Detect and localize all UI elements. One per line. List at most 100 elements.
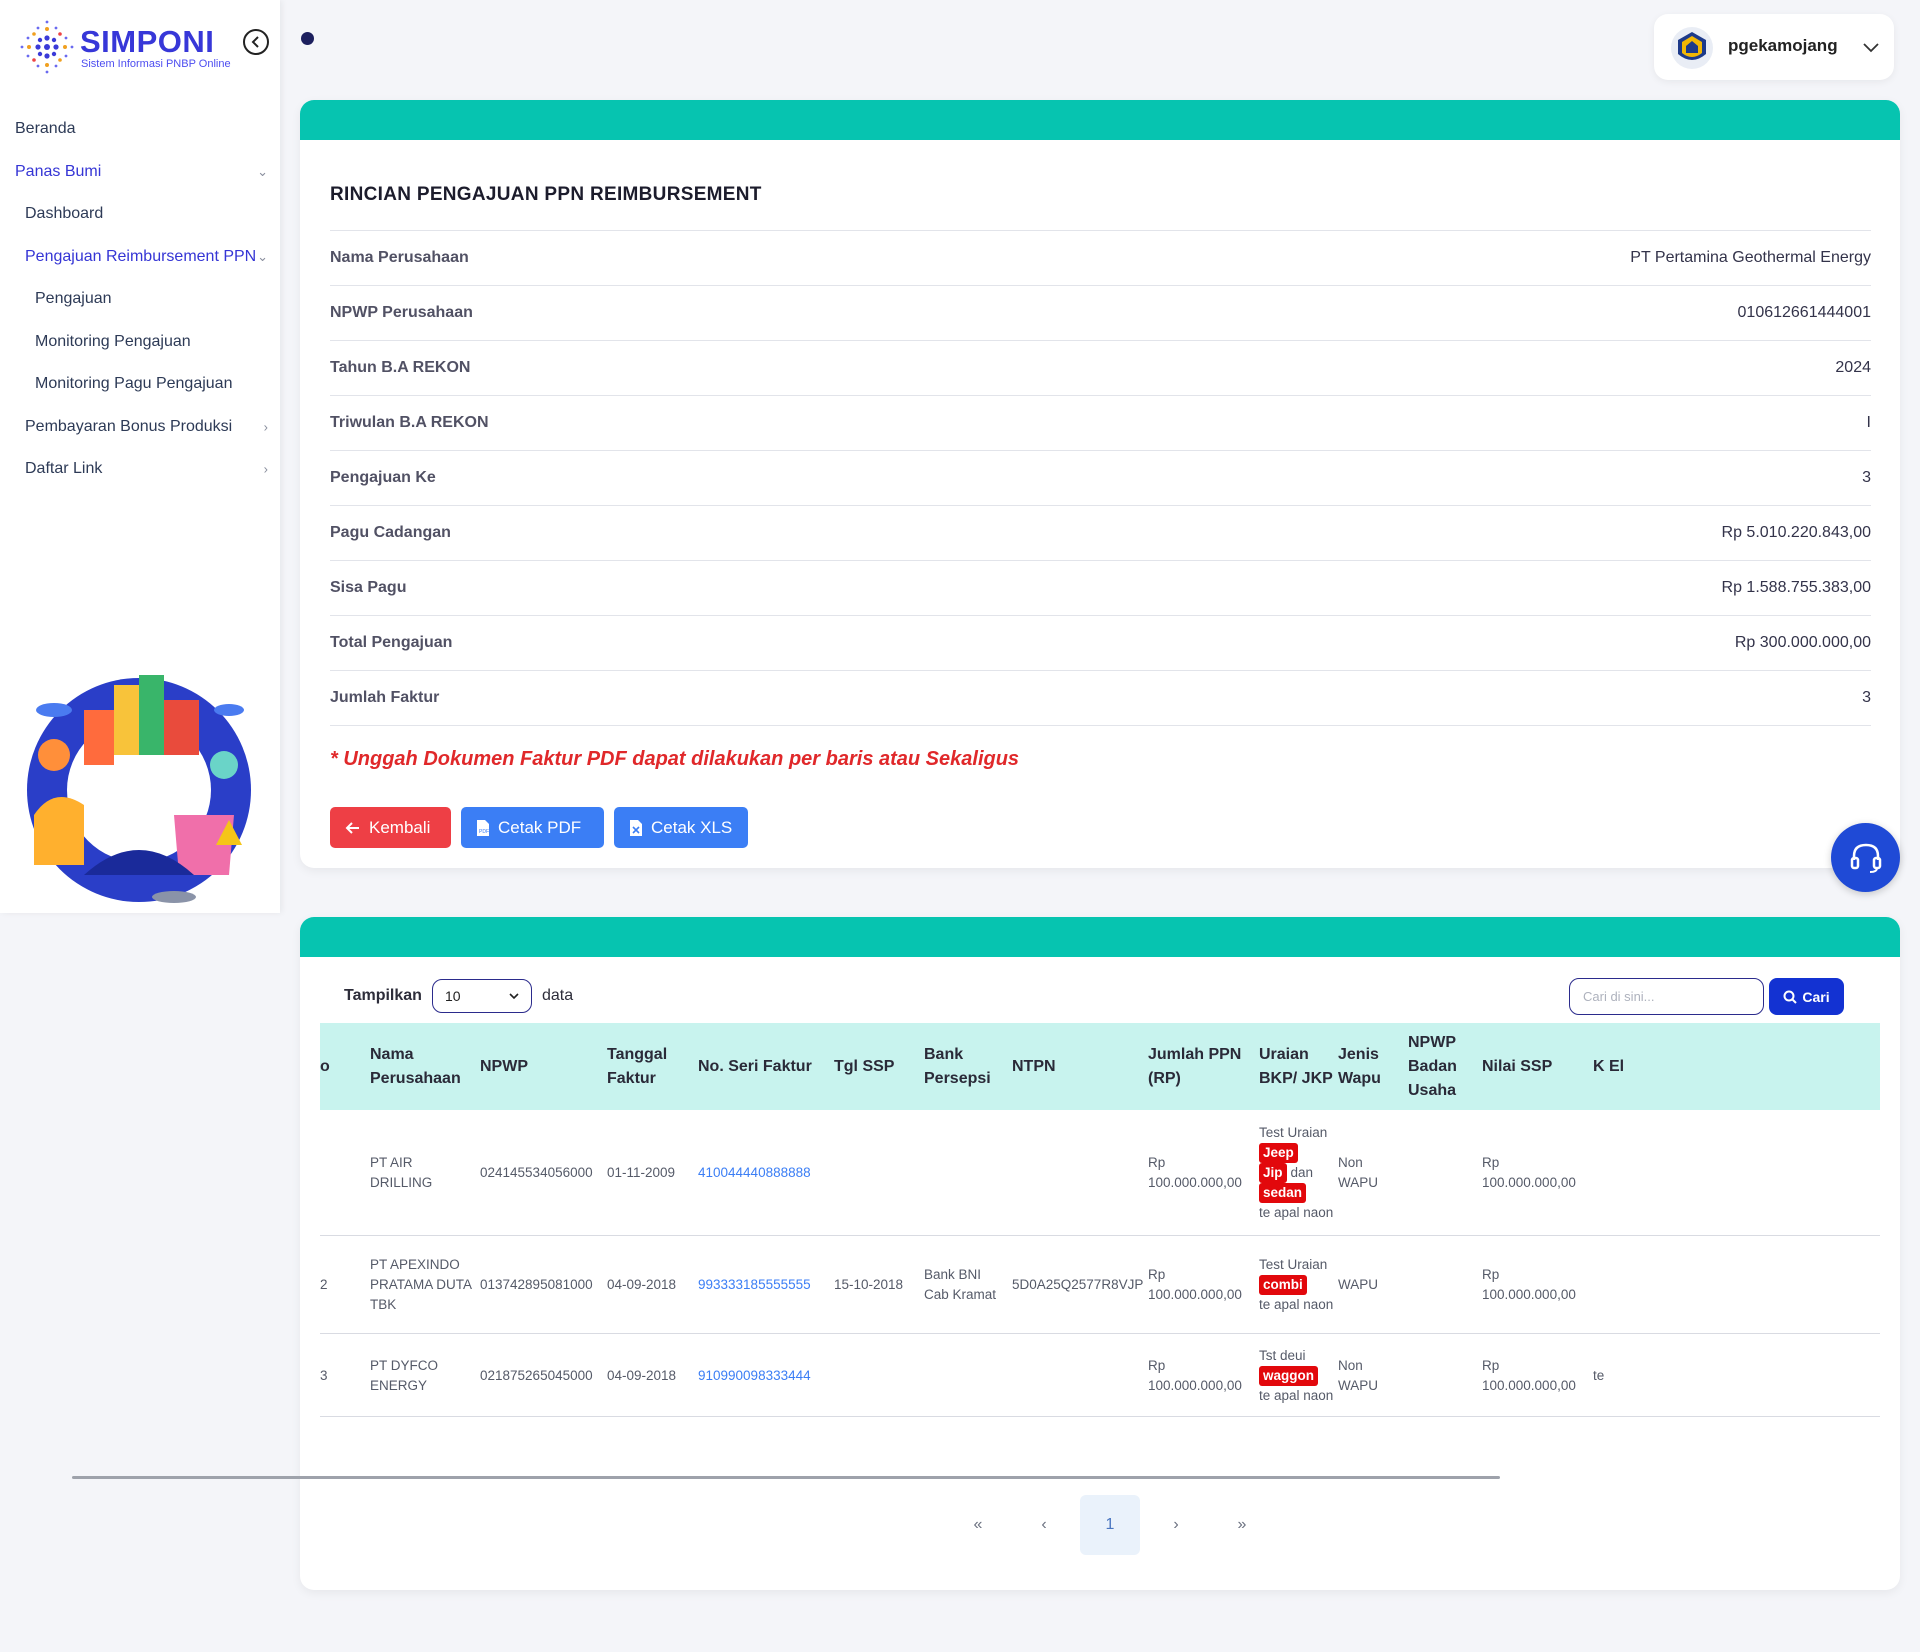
column-header[interactable]: No. Seri Faktur <box>698 1023 828 1110</box>
detail-label: Pagu Cadangan <box>330 524 451 541</box>
sidebar-item-label: Pengajuan Reimbursement PPN <box>25 247 257 265</box>
collapse-sidebar-button[interactable] <box>243 29 269 55</box>
simponi-logo-icon <box>20 20 74 74</box>
cell-jumlah: Rp 100.000.000,00 <box>1148 1110 1253 1236</box>
cell-wapu: WAPU <box>1338 1236 1403 1334</box>
show-label: Tampilkan <box>344 987 422 1004</box>
cell-seri[interactable]: 910990098333444 <box>698 1334 828 1417</box>
detail-label: Sisa Pagu <box>330 579 407 596</box>
cell-tanggal: 04-09-2018 <box>607 1334 692 1417</box>
sidebar-item-label: Monitoring Pagu Pengajuan <box>35 375 233 393</box>
column-header[interactable]: Uraian BKP/ JKP <box>1259 1023 1334 1110</box>
column-header[interactable]: Bank Persepsi <box>924 1023 1009 1110</box>
cell-npwp-bu <box>1408 1236 1478 1334</box>
detail-label: Pengajuan Ke <box>330 469 436 486</box>
sidebar-item-label: Panas Bumi <box>15 162 102 180</box>
cell-text: WAPU <box>1338 1277 1378 1292</box>
file-pdf-icon: PDF <box>477 819 489 836</box>
column-header[interactable]: Nama Perusahaan <box>370 1023 475 1110</box>
column-header[interactable]: NTPN <box>1012 1023 1142 1110</box>
cell-text: te <box>1593 1367 1605 1383</box>
sidebar-item-label: Pembayaran Bonus Produksi <box>25 417 233 435</box>
page-next-button[interactable]: › <box>1146 1495 1206 1555</box>
support-button[interactable] <box>1831 823 1900 892</box>
page-prev-button[interactable]: ‹ <box>1014 1495 1074 1555</box>
column-header[interactable]: o <box>320 1023 360 1110</box>
cell-ntpn <box>1012 1334 1142 1417</box>
cell-npwp-bu <box>1408 1334 1478 1417</box>
search-input[interactable]: Cari di sini... <box>1569 978 1764 1015</box>
cell-bank: Bank BNI Cab Kramat <box>924 1236 1009 1334</box>
table-row[interactable]: 3 PT DYFCO ENERGY 021875265045000 04-09-201… <box>320 1334 1880 1417</box>
cell-bank <box>924 1334 1009 1417</box>
sidebar-item-label: Dashboard <box>25 205 104 223</box>
cell-npwp: 024145534056000 <box>480 1110 600 1236</box>
detail-row: Sisa Pagu Rp 1.588.755.383,00 <box>330 561 1871 616</box>
cell-text: Rp 100.000.000,00 <box>1148 1267 1242 1302</box>
svg-text:PDF: PDF <box>479 829 489 835</box>
column-header[interactable]: Nilai SSP <box>1482 1023 1582 1110</box>
column-header[interactable]: Tgl SSP <box>834 1023 919 1110</box>
uraian-text: Test Uraian combi te apal naon <box>1259 1255 1333 1315</box>
page-first-button[interactable]: « <box>948 1495 1008 1555</box>
cell-text: 021875265045000 <box>480 1367 593 1383</box>
cell-no: 3 <box>320 1334 360 1417</box>
table-horizontal-scrollbar[interactable] <box>72 1476 1500 1479</box>
sidebar-item-label: Beranda <box>15 120 76 138</box>
sidebar-item-monitoring-pengajuan[interactable]: Monitoring Pengajuan <box>0 321 280 364</box>
column-header[interactable]: NPWP Badan Usaha <box>1408 1023 1478 1110</box>
back-button[interactable]: Kembali <box>330 807 451 848</box>
page-number-button[interactable]: 1 <box>1080 1495 1140 1555</box>
detail-card: RINCIAN PENGAJUAN PPN REIMBURSEMENT Nama… <box>300 100 1900 868</box>
card-header-bar <box>300 100 1900 140</box>
avatar <box>1671 27 1713 69</box>
cell-text: 15-10-2018 <box>834 1277 904 1292</box>
print-pdf-button[interactable]: PDF Cetak PDF <box>461 807 604 848</box>
print-xls-label: Cetak XLS <box>651 817 733 837</box>
uraian-suffix: te apal naon <box>1259 1205 1334 1220</box>
cell-seri[interactable]: 993333185555555 <box>698 1236 828 1334</box>
page-last-button[interactable]: » <box>1212 1495 1272 1555</box>
table-row[interactable]: PT AIR DRILLING 024145534056000 01-11-2009… <box>320 1110 1880 1236</box>
chevron-right-icon: › <box>263 461 268 477</box>
sidebar: SIMPONI Sistem Informasi PNBP Online Ber… <box>0 0 280 913</box>
cell-text: PT AIR DRILLING <box>370 1155 433 1190</box>
cell-k: te <box>1593 1334 1633 1417</box>
search-button[interactable]: Cari <box>1769 978 1844 1015</box>
cell-text: Rp 100.000.000,00 <box>1482 1155 1576 1190</box>
sidebar-item-panas-bumi[interactable]: Panas Bumi ⌄ <box>0 151 280 194</box>
search-icon <box>1783 990 1798 1004</box>
detail-row: Nama Perusahaan PT Pertamina Geothermal E… <box>330 231 1871 286</box>
cell-k <box>1593 1110 1633 1236</box>
detail-value: I <box>1866 414 1871 431</box>
sidebar-item-dashboard[interactable]: Dashboard <box>0 193 280 236</box>
cell-text: 5D0A25Q2577R8VJP <box>1012 1277 1144 1292</box>
detail-value: Rp 1.588.755.383,00 <box>1721 579 1871 596</box>
sidebar-item-beranda[interactable]: Beranda <box>0 108 280 151</box>
table-row[interactable]: 2 PT APEXINDO PRATAMA DUTA TBK 01374289508… <box>320 1236 1880 1334</box>
detail-value: PT Pertamina Geothermal Energy <box>1630 249 1871 266</box>
page-size-select[interactable]: 10 <box>431 979 532 1013</box>
cell-seri[interactable]: 410044440888888 <box>698 1110 828 1236</box>
print-xls-button[interactable]: Cetak XLS <box>614 807 748 848</box>
sidebar-item-pengajuan-reimbursement-ppn[interactable]: Pengajuan Reimbursement PPN ⌄ <box>0 236 280 279</box>
status-dot <box>301 32 314 45</box>
cell-text: 04-09-2018 <box>607 1277 677 1292</box>
sidebar-item-pengajuan[interactable]: Pengajuan <box>0 278 280 321</box>
column-header[interactable]: Jenis Wapu <box>1338 1023 1403 1110</box>
sidebar-item-label: Pengajuan <box>35 290 112 308</box>
sidebar-item-monitoring-pagu-pengajuan[interactable]: Monitoring Pagu Pengajuan <box>0 363 280 406</box>
cell-uraian: Test Uraian combi te apal naon <box>1259 1236 1334 1334</box>
cell-jumlah: Rp 100.000.000,00 <box>1148 1334 1253 1417</box>
sidebar-item-daftar-link[interactable]: Daftar Link › <box>0 448 280 491</box>
user-menu[interactable]: pgekamojang <box>1654 14 1894 80</box>
cell-text: 993333185555555 <box>698 1277 811 1292</box>
column-header[interactable]: NPWP <box>480 1023 600 1110</box>
app-logo[interactable]: SIMPONI Sistem Informasi PNBP Online <box>18 18 233 80</box>
sidebar-item-pembayaran-bonus-produksi[interactable]: Pembayaran Bonus Produksi › <box>0 406 280 449</box>
column-header[interactable]: Tanggal Faktur <box>607 1023 692 1110</box>
cell-text: 410044440888888 <box>698 1165 811 1180</box>
print-pdf-label: Cetak PDF <box>498 817 582 837</box>
column-header[interactable]: Jumlah PPN (RP) <box>1148 1023 1253 1110</box>
column-header[interactable]: K El <box>1593 1023 1633 1110</box>
